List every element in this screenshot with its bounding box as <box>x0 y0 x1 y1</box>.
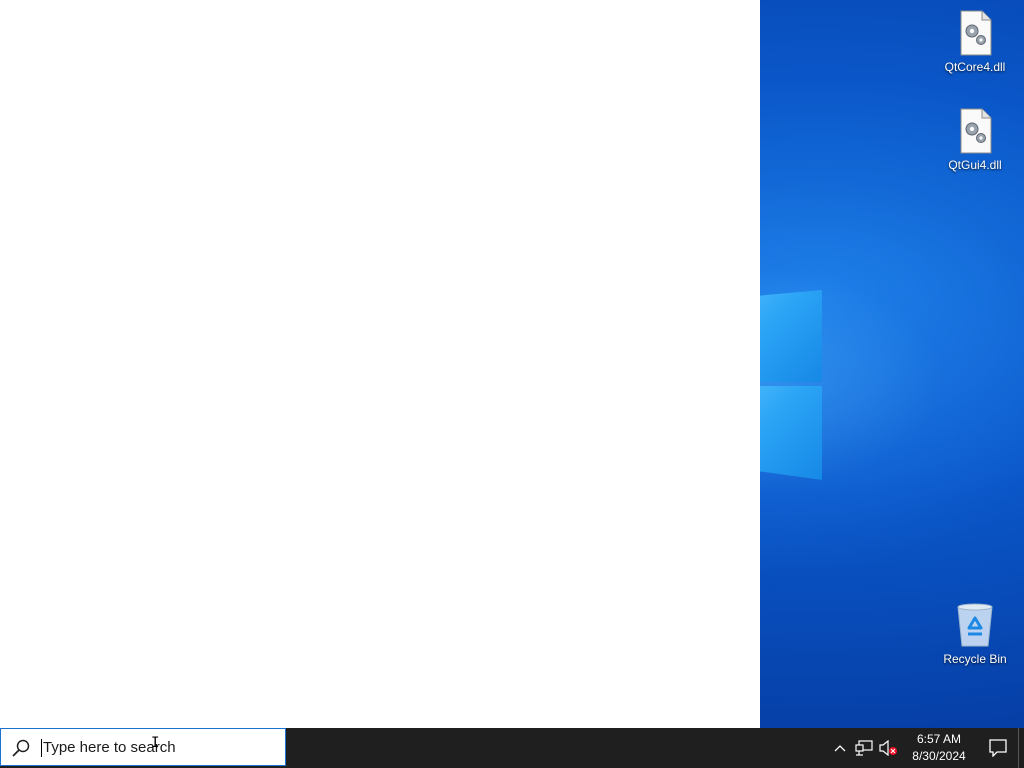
volume-muted-icon[interactable] <box>876 728 900 768</box>
search-icon <box>12 739 30 757</box>
text-cursor-icon: I <box>151 735 160 751</box>
desktop-screen: QtCore4.dll QtGui4.dll Recycle Bin Type … <box>0 0 1024 768</box>
system-tray: 6:57 AM 8/30/2024 <box>828 728 1024 768</box>
notification-center-button[interactable] <box>978 728 1018 768</box>
desktop-icon-label: Recycle Bin <box>943 652 1007 666</box>
desktop-icon-qtgui4[interactable]: QtGui4.dll <box>937 108 1013 172</box>
clock-date: 8/30/2024 <box>912 749 966 763</box>
desktop-icon-recycle-bin[interactable]: Recycle Bin <box>937 602 1013 666</box>
recycle-bin-icon <box>957 603 993 647</box>
clock[interactable]: 6:57 AM 8/30/2024 <box>904 731 974 765</box>
blank-window[interactable] <box>0 0 760 728</box>
desktop-icon-qtcore4[interactable]: QtCore4.dll <box>937 10 1013 74</box>
clock-time: 6:57 AM <box>916 732 962 746</box>
desktop-icon-label: QtGui4.dll <box>948 158 1002 172</box>
desktop-icon-label: QtCore4.dll <box>944 60 1006 74</box>
show-desktop-button[interactable] <box>1018 728 1024 768</box>
chevron-up-icon[interactable] <box>828 728 852 768</box>
dll-file-icon <box>960 108 992 154</box>
search-input[interactable]: Type here to search I <box>0 728 286 766</box>
dll-file-icon <box>960 10 992 56</box>
network-icon[interactable] <box>852 728 876 768</box>
notification-icon <box>989 739 1007 757</box>
taskbar: Type here to search I 6:57 AM 8/30/2024 <box>0 728 1024 768</box>
